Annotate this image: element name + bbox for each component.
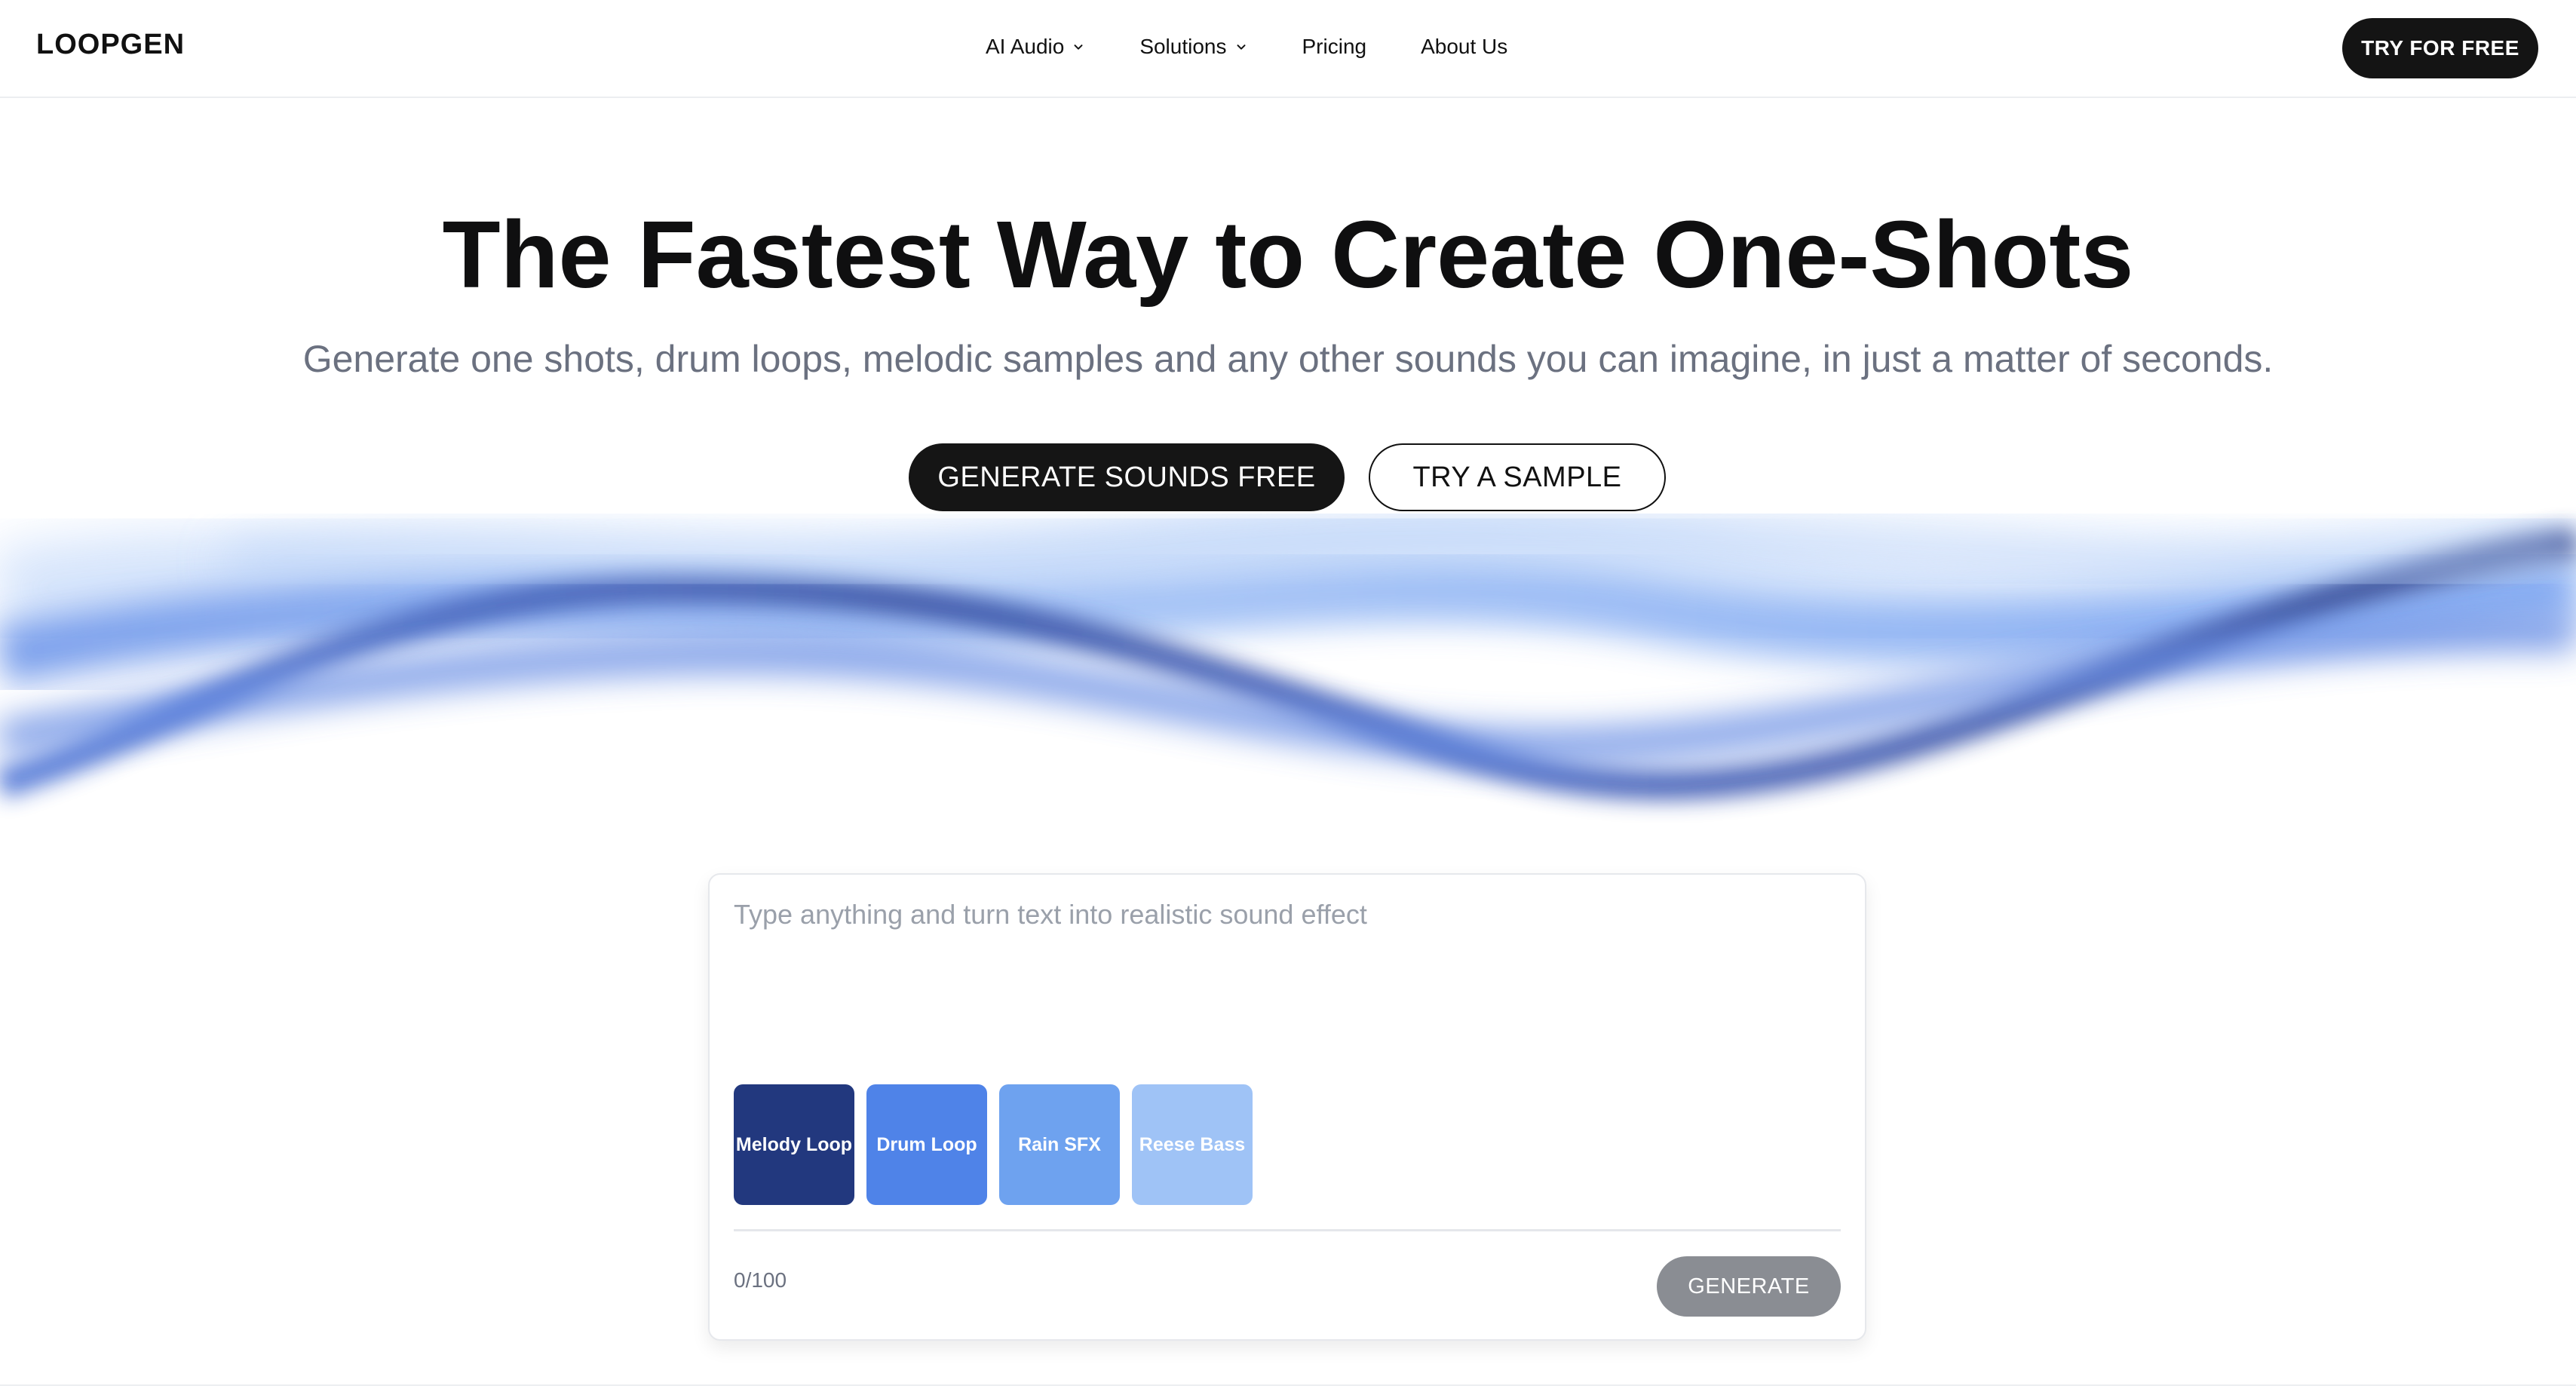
preset-drum-loop[interactable]: Drum Loop: [866, 1084, 987, 1205]
divider: [734, 1229, 1841, 1231]
nav-item-ai-audio[interactable]: AI Audio: [986, 33, 1085, 60]
sound-generator-card: Melody Loop Drum Loop Rain SFX Reese Bas…: [708, 873, 1866, 1341]
try-for-free-button[interactable]: TRY FOR FREE: [2342, 18, 2538, 78]
nav-item-pricing[interactable]: Pricing: [1302, 33, 1367, 60]
nav-item-label: Pricing: [1302, 35, 1367, 58]
sound-wave-graphic: [0, 503, 2576, 800]
preset-reese-bass[interactable]: Reese Bass: [1132, 1084, 1253, 1205]
character-counter: 0/100: [734, 1268, 787, 1292]
preset-melody-loop[interactable]: Melody Loop: [734, 1084, 854, 1205]
preset-rain-sfx[interactable]: Rain SFX: [999, 1084, 1120, 1205]
main-menu: AI Audio Solutions Pricing About Us: [986, 33, 1507, 60]
hero-subtitle: Generate one shots, drum loops, melodic …: [302, 338, 2274, 380]
preset-chips: Melody Loop Drum Loop Rain SFX Reese Bas…: [734, 1084, 1265, 1205]
nav-item-label: Solutions: [1139, 35, 1227, 58]
prompt-input[interactable]: [734, 897, 1835, 1048]
nav-item-solutions[interactable]: Solutions: [1139, 33, 1247, 60]
nav-item-label: AI Audio: [986, 35, 1065, 58]
nav-item-about-us[interactable]: About Us: [1421, 33, 1507, 60]
page: LOOPGEN AI Audio Solutions Pricing About…: [0, 0, 2576, 1392]
logo[interactable]: LOOPGEN: [36, 29, 185, 61]
nav-item-label: About Us: [1421, 35, 1508, 58]
chevron-down-icon: [1074, 44, 1083, 50]
generate-button[interactable]: GENERATE: [1657, 1256, 1841, 1317]
top-navigation: LOOPGEN AI Audio Solutions Pricing About…: [0, 0, 2576, 98]
divider: [0, 1384, 2576, 1386]
chevron-down-icon: [1237, 44, 1245, 50]
hero-title: The Fastest Way to Create One-Shots: [442, 201, 2134, 308]
